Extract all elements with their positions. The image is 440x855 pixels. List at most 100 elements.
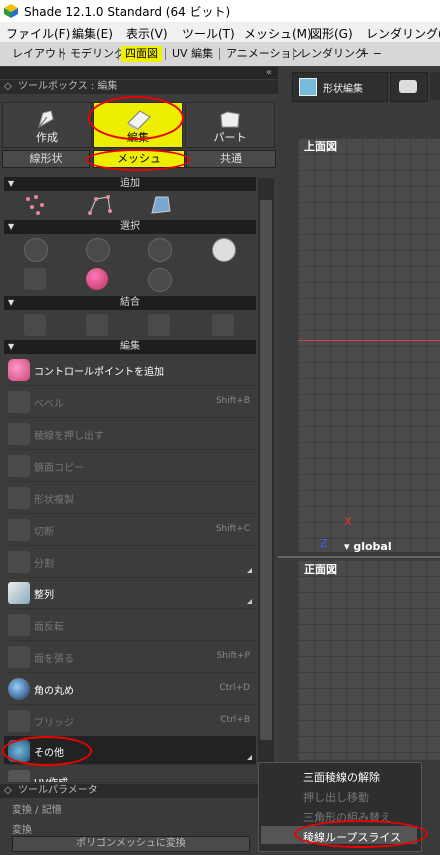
- menu-item-extrude-move[interactable]: 押し出し移動: [303, 789, 433, 805]
- tool-bevel[interactable]: ベベル Shift+B: [4, 387, 256, 418]
- select-magnify-icon[interactable]: [212, 238, 236, 262]
- top-view-label[interactable]: 上面図: [304, 138, 337, 154]
- collapse-icon[interactable]: «: [266, 66, 272, 80]
- round-corner-icon: [8, 678, 30, 700]
- menu-mesh[interactable]: メッシュ(M): [244, 25, 312, 42]
- top-view-x-axis-line: [298, 340, 440, 341]
- join-grid-icon[interactable]: [148, 314, 170, 336]
- tool-split[interactable]: 分割: [4, 547, 256, 578]
- submenu-arrow-icon[interactable]: [247, 599, 252, 604]
- title-bar: Shade 12.1.0 Standard (64 ビット): [0, 0, 440, 22]
- join-merge-icon[interactable]: [24, 314, 46, 336]
- collapse-toggle-icon[interactable]: ◇: [4, 80, 12, 94]
- tab-uv-edit[interactable]: UV 編集: [168, 46, 217, 62]
- select-edge-icon[interactable]: [86, 238, 110, 262]
- join-weld-icon[interactable]: [86, 314, 108, 336]
- camera-icon: [399, 80, 417, 93]
- section-select[interactable]: ▼ 選択: [4, 220, 256, 234]
- folder-icon: [220, 111, 240, 128]
- bevel-icon: [8, 391, 30, 413]
- tool-add-control-point[interactable]: コントロールポイントを追加: [4, 355, 256, 386]
- tool-round-corner[interactable]: 角の丸め Ctrl+D: [4, 674, 256, 705]
- tab-add-remove[interactable]: + −: [356, 46, 386, 62]
- toolbox-header: ◇ ツールボックス : 編集: [0, 80, 278, 94]
- duplicate-icon: [8, 487, 30, 509]
- highlight-circle-edit-mode: [88, 96, 184, 140]
- highlight-circle-other: [2, 736, 92, 766]
- submode-line-button[interactable]: 線形状: [2, 150, 90, 168]
- top-view-grid[interactable]: [298, 138, 440, 552]
- select-face-icon[interactable]: [148, 238, 172, 262]
- axis-z-label: Z: [320, 537, 328, 550]
- mode-part-button[interactable]: パート: [185, 102, 275, 148]
- menu-edit[interactable]: 編集(E): [72, 25, 113, 42]
- front-view-grid[interactable]: [298, 560, 440, 760]
- add-points-icon[interactable]: [24, 193, 48, 217]
- panel-collapse-strip: «: [0, 67, 278, 79]
- section-edit[interactable]: ▼ 編集: [4, 340, 256, 354]
- tool-mirror-copy[interactable]: 鏡面コピー: [4, 451, 256, 482]
- convert-polygon-mesh-button[interactable]: ポリゴンメッシュに変換: [12, 836, 250, 852]
- fill-face-icon: [8, 646, 30, 668]
- tool-flip-face[interactable]: 面反転: [4, 610, 256, 641]
- add-point-icon: [8, 359, 30, 381]
- section-join[interactable]: ▼ 結合: [4, 296, 256, 310]
- tab-modeling[interactable]: モデリング: [66, 46, 129, 62]
- submode-common-button[interactable]: 共通: [186, 150, 276, 168]
- toolparams-sub2: 変換: [12, 825, 32, 836]
- menu-view[interactable]: 表示(V): [126, 25, 168, 42]
- add-face-icon[interactable]: [148, 193, 172, 217]
- add-edge-icon[interactable]: [88, 193, 112, 217]
- tool-extrude-edge[interactable]: 稜線を押し出す: [4, 419, 256, 450]
- uv-create-icon: [8, 770, 30, 782]
- split-icon: [8, 551, 30, 573]
- collapse-toggle-icon[interactable]: ◇: [4, 784, 12, 798]
- view-divider[interactable]: [278, 556, 440, 558]
- menu-shape[interactable]: 図形(G): [310, 25, 353, 42]
- tool-uv-create[interactable]: UV作成: [4, 766, 256, 783]
- toolbar-overflow[interactable]: [430, 72, 440, 100]
- menu-item-release-triple-edge[interactable]: 三面稜線の解除: [303, 769, 433, 785]
- tool-align[interactable]: 整列: [4, 578, 256, 609]
- highlight-circle-mesh: [86, 149, 190, 171]
- menu-tools[interactable]: ツール(T): [182, 25, 235, 42]
- coord-space-label[interactable]: ▾ global: [344, 540, 392, 553]
- menu-render[interactable]: レンダリング(R): [366, 25, 440, 42]
- submenu-arrow-icon[interactable]: [247, 568, 252, 573]
- flip-face-icon: [8, 614, 30, 636]
- toolparams-header: ◇ ツールパラメータ: [0, 784, 278, 798]
- cut-icon: [8, 519, 30, 541]
- toolbox-scrollbar-thumb[interactable]: [260, 200, 272, 740]
- pen-icon: [38, 110, 54, 129]
- select-vertex-icon[interactable]: [24, 238, 48, 262]
- tab-four-views[interactable]: 四面図: [121, 46, 162, 62]
- shade-logo-icon: [4, 4, 18, 18]
- join-connect-icon[interactable]: [212, 314, 234, 336]
- section-add[interactable]: ▼ 追加: [4, 177, 256, 191]
- tool-duplicate[interactable]: 形状複製: [4, 483, 256, 514]
- tool-bridge[interactable]: ブリッジ Ctrl+B: [4, 706, 256, 737]
- menu-file[interactable]: ファイル(F): [6, 25, 70, 42]
- mirror-copy-icon: [8, 455, 30, 477]
- highlight-circle-edge-loop-slice: [294, 820, 428, 848]
- submenu-arrow-icon[interactable]: [247, 755, 252, 760]
- select-lasso-icon[interactable]: [24, 268, 46, 290]
- axis-x-label: X: [344, 515, 352, 528]
- menu-bar: ファイル(F) 編集(E) 表示(V) ツール(T) メッシュ(M) 図形(G)…: [0, 22, 440, 42]
- align-icon: [8, 582, 30, 604]
- mode-create-button[interactable]: 作成: [2, 102, 92, 148]
- camera-button[interactable]: [390, 72, 428, 102]
- shape-edit-button[interactable]: 形状編集: [292, 72, 388, 102]
- select-grow-icon[interactable]: [148, 268, 172, 292]
- tool-fill-face[interactable]: 面を張る Shift+P: [4, 642, 256, 673]
- workspace-tab-bar: レイアウト モデリング 四面図 UV 編集 アニメーション レンダリング + −: [0, 42, 440, 67]
- tab-layout[interactable]: レイアウト: [8, 46, 71, 62]
- select-sphere-icon[interactable]: [86, 268, 108, 290]
- tool-cut[interactable]: 切断 Shift+C: [4, 515, 256, 546]
- toolparams-sub1: 変換 / 記憶: [12, 805, 62, 816]
- window-title: Shade 12.1.0 Standard (64 ビット): [24, 5, 231, 19]
- shape-edit-icon: [299, 78, 317, 96]
- extrude-edge-icon: [8, 423, 30, 445]
- bridge-icon: [8, 710, 30, 732]
- front-view-label[interactable]: 正面図: [304, 561, 337, 577]
